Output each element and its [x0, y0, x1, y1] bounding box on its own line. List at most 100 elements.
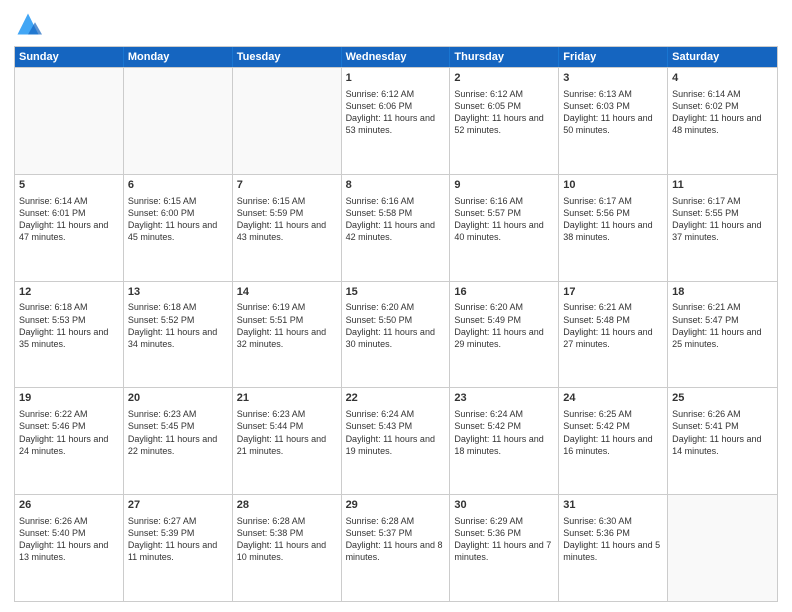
sunrise: Sunrise: 6:27 AM — [128, 515, 228, 527]
sunset: Sunset: 5:59 PM — [237, 207, 337, 219]
calendar-cell: 24Sunrise: 6:25 AMSunset: 5:42 PMDayligh… — [559, 388, 668, 494]
header-day-saturday: Saturday — [668, 47, 777, 67]
sunrise: Sunrise: 6:16 AM — [346, 195, 446, 207]
logo — [14, 10, 46, 38]
sunrise: Sunrise: 6:15 AM — [128, 195, 228, 207]
day-number: 10 — [563, 178, 663, 193]
sunset: Sunset: 6:02 PM — [672, 100, 773, 112]
day-number: 4 — [672, 71, 773, 86]
day-number: 3 — [563, 71, 663, 86]
calendar-cell — [124, 68, 233, 174]
day-number: 15 — [346, 285, 446, 300]
sunrise: Sunrise: 6:26 AM — [19, 515, 119, 527]
calendar-cell: 10Sunrise: 6:17 AMSunset: 5:56 PMDayligh… — [559, 175, 668, 281]
calendar-body: 1Sunrise: 6:12 AMSunset: 6:06 PMDaylight… — [15, 67, 777, 601]
sunset: Sunset: 5:57 PM — [454, 207, 554, 219]
calendar-cell: 22Sunrise: 6:24 AMSunset: 5:43 PMDayligh… — [342, 388, 451, 494]
daylight: Daylight: 11 hours and 29 minutes. — [454, 326, 554, 350]
header-day-sunday: Sunday — [15, 47, 124, 67]
sunrise: Sunrise: 6:25 AM — [563, 408, 663, 420]
sunrise: Sunrise: 6:17 AM — [563, 195, 663, 207]
day-number: 12 — [19, 285, 119, 300]
calendar-cell: 14Sunrise: 6:19 AMSunset: 5:51 PMDayligh… — [233, 282, 342, 388]
header-day-friday: Friday — [559, 47, 668, 67]
header-day-tuesday: Tuesday — [233, 47, 342, 67]
sunrise: Sunrise: 6:20 AM — [346, 301, 446, 313]
sunrise: Sunrise: 6:28 AM — [346, 515, 446, 527]
calendar-cell: 23Sunrise: 6:24 AMSunset: 5:42 PMDayligh… — [450, 388, 559, 494]
calendar-cell: 9Sunrise: 6:16 AMSunset: 5:57 PMDaylight… — [450, 175, 559, 281]
daylight: Daylight: 11 hours and 11 minutes. — [128, 539, 228, 563]
daylight: Daylight: 11 hours and 48 minutes. — [672, 112, 773, 136]
daylight: Daylight: 11 hours and 45 minutes. — [128, 219, 228, 243]
sunrise: Sunrise: 6:15 AM — [237, 195, 337, 207]
sunset: Sunset: 5:55 PM — [672, 207, 773, 219]
calendar-cell: 6 Sunrise: 6:15 AMSunset: 6:00 PMDaylight… — [124, 175, 233, 281]
sunrise: Sunrise: 6:22 AM — [19, 408, 119, 420]
sunset: Sunset: 5:45 PM — [128, 420, 228, 432]
daylight: Daylight: 11 hours and 43 minutes. — [237, 219, 337, 243]
calendar-header: SundayMondayTuesdayWednesdayThursdayFrid… — [15, 47, 777, 67]
calendar-cell: 13Sunrise: 6:18 AMSunset: 5:52 PMDayligh… — [124, 282, 233, 388]
sunrise: Sunrise: 6:26 AM — [672, 408, 773, 420]
day-number: 19 — [19, 391, 119, 406]
sunrise: Sunrise: 6:13 AM — [563, 88, 663, 100]
calendar: SundayMondayTuesdayWednesdayThursdayFrid… — [14, 46, 778, 602]
calendar-week-2: 5Sunrise: 6:14 AMSunset: 6:01 PMDaylight… — [15, 174, 777, 281]
sunset: Sunset: 5:49 PM — [454, 314, 554, 326]
sunrise: Sunrise: 6:24 AM — [346, 408, 446, 420]
calendar-cell: 7Sunrise: 6:15 AMSunset: 5:59 PMDaylight… — [233, 175, 342, 281]
sunset: Sunset: 6:00 PM — [128, 207, 228, 219]
calendar-cell: 27 Sunrise: 6:27 AMSunset: 5:39 PMDayligh… — [124, 495, 233, 601]
calendar-cell: 8Sunrise: 6:16 AMSunset: 5:58 PMDaylight… — [342, 175, 451, 281]
day-number: 1 — [346, 71, 446, 86]
sunset: Sunset: 5:37 PM — [346, 527, 446, 539]
daylight: Daylight: 11 hours and 40 minutes. — [454, 219, 554, 243]
sunset: Sunset: 5:44 PM — [237, 420, 337, 432]
logo-icon — [14, 10, 42, 38]
day-number: 14 — [237, 285, 337, 300]
daylight: Daylight: 11 hours and 53 minutes. — [346, 112, 446, 136]
sunrise: Sunrise: 6:21 AM — [563, 301, 663, 313]
daylight: Daylight: 11 hours and 22 minutes. — [128, 433, 228, 457]
day-number: 27 — [128, 498, 228, 513]
daylight: Daylight: 11 hours and 25 minutes. — [672, 326, 773, 350]
day-number: 9 — [454, 178, 554, 193]
daylight: Daylight: 11 hours and 35 minutes. — [19, 326, 119, 350]
daylight: Daylight: 11 hours and 24 minutes. — [19, 433, 119, 457]
sunset: Sunset: 6:01 PM — [19, 207, 119, 219]
sunset: Sunset: 5:36 PM — [563, 527, 663, 539]
sunset: Sunset: 5:36 PM — [454, 527, 554, 539]
sunrise: Sunrise: 6:29 AM — [454, 515, 554, 527]
daylight: Daylight: 11 hours and 42 minutes. — [346, 219, 446, 243]
sunrise: Sunrise: 6:12 AM — [454, 88, 554, 100]
sunset: Sunset: 5:52 PM — [128, 314, 228, 326]
daylight: Daylight: 11 hours and 34 minutes. — [128, 326, 228, 350]
day-number: 11 — [672, 178, 773, 193]
daylight: Daylight: 11 hours and 50 minutes. — [563, 112, 663, 136]
calendar-week-3: 12Sunrise: 6:18 AMSunset: 5:53 PMDayligh… — [15, 281, 777, 388]
sunrise: Sunrise: 6:23 AM — [237, 408, 337, 420]
daylight: Daylight: 11 hours and 38 minutes. — [563, 219, 663, 243]
calendar-cell: 20Sunrise: 6:23 AMSunset: 5:45 PMDayligh… — [124, 388, 233, 494]
calendar-cell: 19Sunrise: 6:22 AMSunset: 5:46 PMDayligh… — [15, 388, 124, 494]
sunrise: Sunrise: 6:24 AM — [454, 408, 554, 420]
sunrise: Sunrise: 6:28 AM — [237, 515, 337, 527]
day-number: 6 — [128, 178, 228, 193]
sunset: Sunset: 5:39 PM — [128, 527, 228, 539]
sunset: Sunset: 5:41 PM — [672, 420, 773, 432]
day-number: 24 — [563, 391, 663, 406]
calendar-cell: 16Sunrise: 6:20 AMSunset: 5:49 PMDayligh… — [450, 282, 559, 388]
sunset: Sunset: 5:53 PM — [19, 314, 119, 326]
calendar-cell: 17Sunrise: 6:21 AMSunset: 5:48 PMDayligh… — [559, 282, 668, 388]
daylight: Daylight: 11 hours and 21 minutes. — [237, 433, 337, 457]
calendar-cell: 18Sunrise: 6:21 AMSunset: 5:47 PMDayligh… — [668, 282, 777, 388]
calendar-week-4: 19Sunrise: 6:22 AMSunset: 5:46 PMDayligh… — [15, 387, 777, 494]
calendar-cell: 12Sunrise: 6:18 AMSunset: 5:53 PMDayligh… — [15, 282, 124, 388]
header-day-thursday: Thursday — [450, 47, 559, 67]
calendar-cell: 11Sunrise: 6:17 AMSunset: 5:55 PMDayligh… — [668, 175, 777, 281]
calendar-cell: 5Sunrise: 6:14 AMSunset: 6:01 PMDaylight… — [15, 175, 124, 281]
sunset: Sunset: 5:42 PM — [563, 420, 663, 432]
day-number: 26 — [19, 498, 119, 513]
calendar-cell: 4Sunrise: 6:14 AMSunset: 6:02 PMDaylight… — [668, 68, 777, 174]
